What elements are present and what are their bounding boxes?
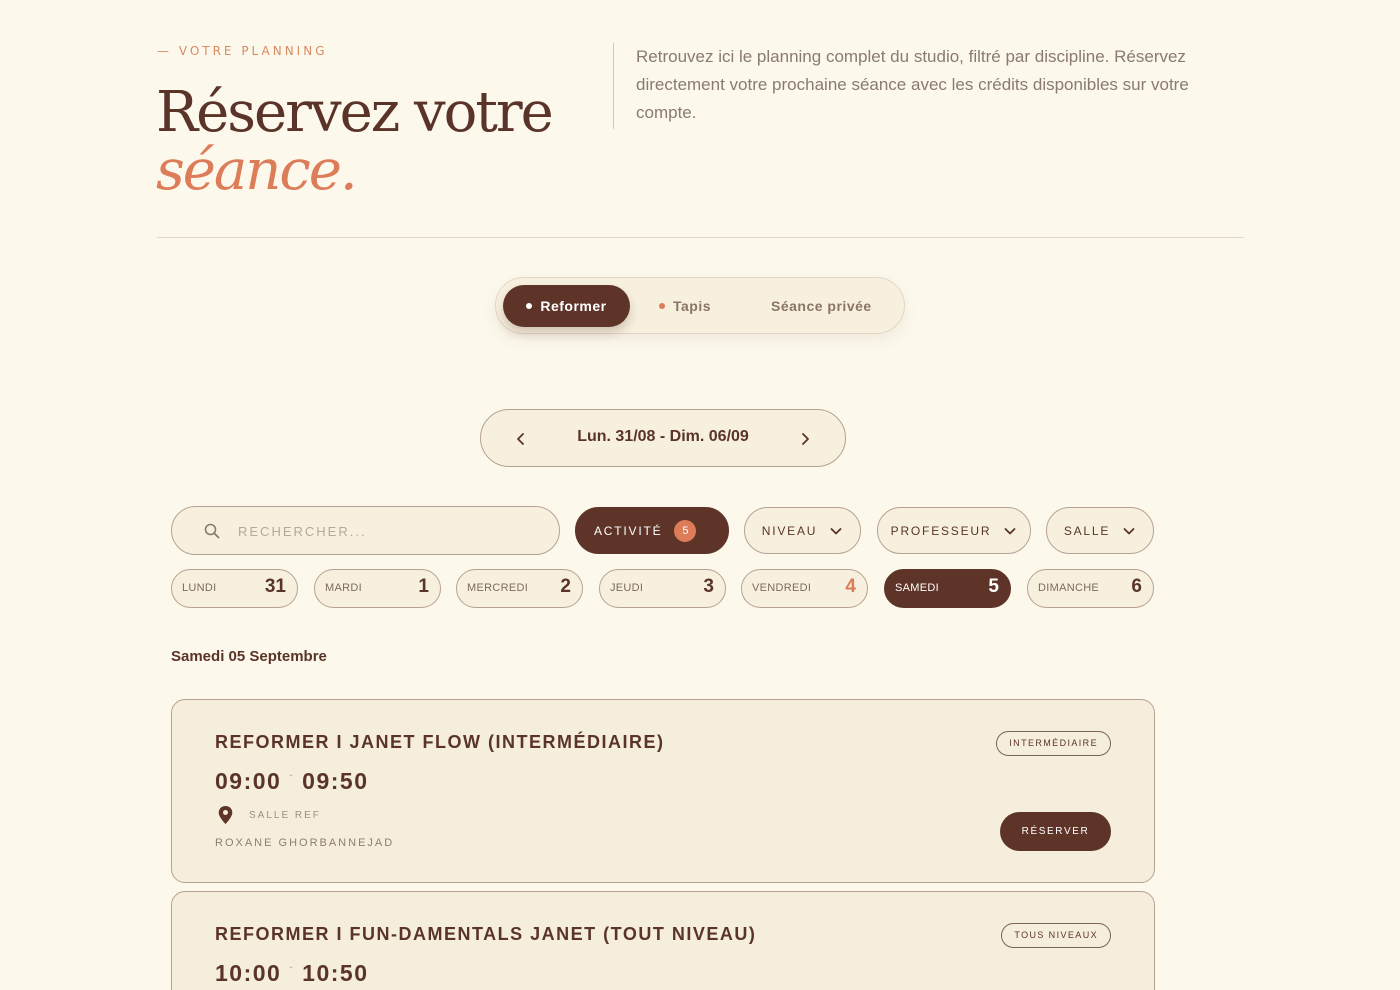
day-name: MARDI (325, 582, 362, 594)
day-name: MERCREDI (467, 582, 529, 594)
discipline-switcher: Reformer Tapis Séance privée (495, 277, 905, 334)
week-range: Lun. 31/08 - Dim. 06/09 (577, 428, 749, 445)
level-badge: INTERMÉDIAIRE (996, 731, 1111, 756)
page-title-accent: séance. (156, 138, 358, 203)
header-divider (613, 43, 614, 129)
session-start: 10:00 (215, 960, 282, 986)
reserve-button[interactable]: RÉSERVER (1000, 812, 1111, 851)
session-title: REFORMER I FUN-DAMENTALS JANET (TOUT NIV… (215, 924, 757, 944)
dot-icon (526, 303, 533, 310)
level-badge: TOUS NIVEAUX (1001, 923, 1111, 948)
planning-eyebrow: — VOTRE PLANNING (157, 44, 328, 58)
session-end: 09:50 (302, 768, 369, 794)
discipline-tab-label: Tapis (673, 298, 712, 314)
activity-filter-button[interactable]: ACTIVITÉ 5 (575, 507, 729, 554)
day-pill-friday[interactable]: VENDREDI 4 (741, 569, 868, 608)
discipline-tab-tapis[interactable]: Tapis (659, 285, 711, 327)
page-title-line1: Réservez votre (156, 80, 554, 145)
discipline-tab-reformer[interactable]: Reformer (503, 285, 630, 327)
discipline-tab-private[interactable]: Séance privée (771, 285, 872, 327)
activity-count-badge: 5 (674, 519, 697, 542)
level-filter-dropdown[interactable]: NIVEAU (744, 507, 861, 554)
chevron-down-icon (1004, 527, 1016, 534)
section-divider (157, 237, 1244, 238)
day-pill-sunday[interactable]: DIMANCHE 6 (1027, 569, 1154, 608)
activity-filter-label: ACTIVITÉ (594, 523, 663, 538)
day-name: SAMEDI (895, 582, 939, 594)
time-separator: - (289, 962, 295, 973)
day-name: JEUDI (610, 582, 644, 594)
level-filter-label: NIVEAU (761, 523, 818, 538)
intro-text: Retrouvez ici le planning complet du stu… (636, 47, 1189, 122)
dot-icon (659, 303, 665, 310)
day-pill-wednesday[interactable]: MERCREDI 2 (456, 569, 583, 608)
day-number: 31 (264, 576, 286, 597)
session-room: SALLE REF (249, 810, 321, 821)
search-box (171, 506, 560, 555)
day-number: 6 (1131, 576, 1142, 597)
session-start: 09:00 (215, 768, 282, 794)
session-title: REFORMER I JANET FLOW (INTERMÉDIAIRE) (215, 732, 665, 752)
teacher-filter-dropdown[interactable]: PROFESSEUR (877, 507, 1031, 554)
day-number: 2 (560, 576, 571, 597)
discipline-tab-label: Reformer (540, 298, 607, 314)
time-separator: - (289, 770, 295, 781)
session-teacher: ROXANE GHORBANNEJAD (215, 837, 395, 849)
chevron-down-icon (1123, 527, 1135, 534)
day-number: 1 (418, 576, 429, 597)
day-pill-tuesday[interactable]: MARDI 1 (314, 569, 441, 608)
discipline-tab-label: Séance privée (771, 298, 872, 314)
day-number: 5 (988, 576, 999, 597)
day-pill-saturday[interactable]: SAMEDI 5 (884, 569, 1011, 608)
day-number: 4 (845, 576, 856, 597)
teacher-filter-label: PROFESSEUR (890, 523, 992, 538)
day-pill-thursday[interactable]: JEUDI 3 (599, 569, 726, 608)
week-navigator: Lun. 31/08 - Dim. 06/09 (480, 409, 846, 467)
chevron-right-icon[interactable] (795, 429, 815, 449)
session-card: REFORMER I FUN-DAMENTALS JANET (TOUT NIV… (171, 891, 1155, 990)
session-card: REFORMER I JANET FLOW (INTERMÉDIAIRE) 09… (171, 699, 1155, 883)
session-end: 10:50 (302, 960, 369, 986)
day-name: DIMANCHE (1038, 582, 1100, 594)
search-input[interactable] (238, 519, 538, 543)
room-filter-dropdown[interactable]: SALLE (1046, 507, 1154, 554)
search-icon (204, 523, 220, 539)
day-name: LUNDI (182, 582, 217, 594)
day-name: VENDREDI (752, 582, 812, 594)
selected-date-heading: Samedi 05 Septembre (171, 648, 327, 665)
room-filter-label: SALLE (1063, 523, 1111, 538)
page-title: Réservez votre séance. (156, 84, 554, 203)
chevron-down-icon (830, 527, 842, 534)
session-time: 10:00-10:50 (215, 960, 369, 987)
day-pill-monday[interactable]: LUNDI 31 (171, 569, 298, 608)
session-time: 09:00-09:50 (215, 768, 369, 795)
location-pin-icon (218, 806, 233, 824)
day-number: 3 (703, 576, 714, 597)
